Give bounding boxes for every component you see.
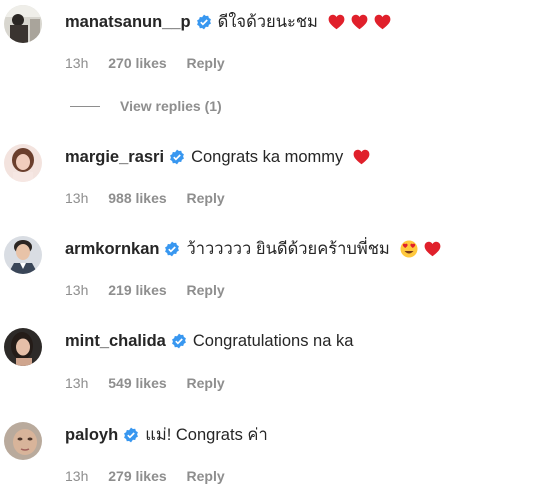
timestamp[interactable]: 13h — [65, 54, 88, 72]
timestamp[interactable]: 13h — [65, 281, 88, 299]
heart-icon — [353, 149, 370, 165]
likes-count-button[interactable]: 988 likes — [108, 189, 166, 207]
username-link[interactable]: mint_chalida — [65, 330, 166, 352]
view-replies-label: View replies (1) — [120, 98, 222, 114]
reply-button[interactable]: Reply — [187, 189, 225, 207]
avatar[interactable] — [4, 236, 42, 274]
avatar[interactable] — [4, 328, 42, 366]
username-link[interactable]: paloyh — [65, 424, 118, 446]
timestamp[interactable]: 13h — [65, 374, 88, 392]
verified-badge-icon — [196, 14, 212, 30]
comment-line: mint_chalida Congratulations na ka — [65, 330, 353, 352]
comment-meta: 13h 219 likes Reply — [65, 281, 241, 299]
comment-line: paloyh แม่! Congrats ค่า — [65, 424, 268, 446]
username-link[interactable]: margie_rasri — [65, 146, 164, 168]
view-replies-button[interactable]: View replies (1) — [70, 97, 222, 115]
avatar-image — [4, 328, 42, 366]
comment-line: armkornkan ว้าววววว ยินดีด้วยคร้าบพี่ชม — [65, 238, 441, 260]
divider-line — [70, 105, 100, 107]
comment-meta: 13h 270 likes Reply — [65, 54, 241, 72]
avatar[interactable] — [4, 144, 42, 182]
verified-badge-icon — [169, 149, 185, 165]
verified-badge-icon — [164, 241, 180, 257]
likes-count-button[interactable]: 549 likes — [108, 374, 166, 392]
verified-badge-icon — [171, 333, 187, 349]
timestamp[interactable]: 13h — [65, 189, 88, 207]
avatar[interactable] — [4, 422, 42, 460]
reply-button[interactable]: Reply — [187, 374, 225, 392]
timestamp[interactable]: 13h — [65, 467, 88, 485]
likes-count-button[interactable]: 219 likes — [108, 281, 166, 299]
avatar-image — [4, 5, 42, 43]
comment-meta: 13h 549 likes Reply — [65, 374, 241, 392]
comment-text: ว้าววววว ยินดีด้วยคร้าบพี่ชม — [186, 240, 390, 258]
comment-meta: 13h 988 likes Reply — [65, 189, 241, 207]
heart-eyes-icon — [400, 240, 418, 258]
reply-button[interactable]: Reply — [187, 467, 225, 485]
comment-text: แม่! Congrats ค่า — [145, 426, 268, 444]
avatar-image — [4, 422, 42, 460]
comment-text: Congratulations na ka — [192, 332, 354, 350]
comment-meta: 13h 279 likes Reply — [65, 467, 241, 485]
reply-button[interactable]: Reply — [187, 54, 225, 72]
username-link[interactable]: armkornkan — [65, 238, 159, 260]
likes-count-button[interactable]: 270 likes — [108, 54, 166, 72]
reply-button[interactable]: Reply — [187, 281, 225, 299]
username-link[interactable]: manatsanun__p — [65, 11, 191, 33]
avatar-image — [4, 236, 42, 274]
comment-line: margie_rasri Congrats ka mommy — [65, 146, 370, 168]
verified-badge-icon — [123, 427, 139, 443]
heart-icon — [328, 14, 345, 30]
likes-count-button[interactable]: 279 likes — [108, 467, 166, 485]
comment-line: manatsanun__p ดีใจด้วยนะชม — [65, 11, 391, 33]
comment-text: ดีใจด้วยนะชม — [217, 13, 318, 31]
avatar[interactable] — [4, 5, 42, 43]
heart-icon — [351, 14, 368, 30]
heart-icon — [424, 241, 441, 257]
comment-text: Congrats ka mommy — [191, 148, 344, 166]
heart-icon — [374, 14, 391, 30]
avatar-image — [4, 144, 42, 182]
